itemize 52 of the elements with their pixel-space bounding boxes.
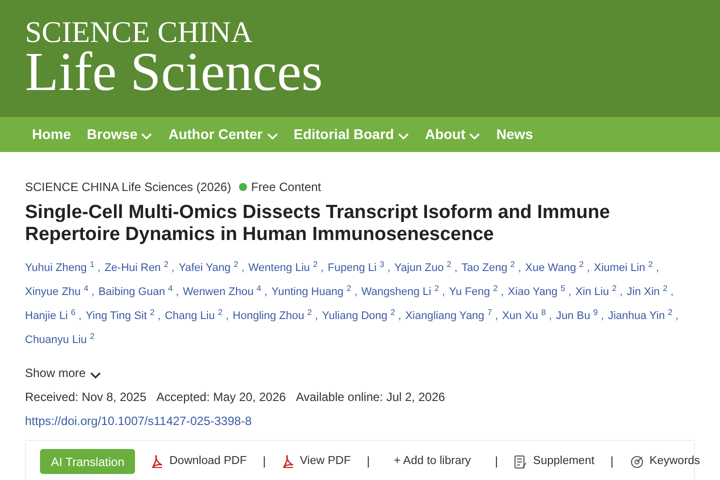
author-link[interactable]: Yunting Huang $^{2}$ , xyxy=(271,284,358,300)
author-link[interactable]: Ying Ting Sit $^{2}$ , xyxy=(86,308,161,324)
logo-text: SCIENCE CHINA xyxy=(25,18,254,48)
date-text: Accepted: May 20, 2026 xyxy=(156,389,286,406)
target-icon xyxy=(630,454,644,468)
article-title: Single-Cell Multi-Omics Dissects Transcript Isoform and Immune Repertoire Dynamics in Human Immunosenescence xyxy=(25,202,611,246)
author-link[interactable]: Hanjie Li $^{6}$ , xyxy=(25,308,82,324)
author-link[interactable]: Ze-Hui Ren $^{2}$ , xyxy=(104,260,175,276)
author-link[interactable]: Wangsheng Li $^{2}$ , xyxy=(361,284,446,300)
toolbar-link[interactable]: Keywords xyxy=(630,449,700,474)
doi-link[interactable]: https://doi.org/10.1007/s11427-025-3398-8 xyxy=(25,412,252,430)
author-link[interactable]: Xiao Yang $^{5}$ , xyxy=(508,284,572,300)
access-label: Free Content xyxy=(251,179,322,196)
separator-text: | xyxy=(262,453,266,470)
pdf-icon xyxy=(282,455,294,468)
toolbar-link[interactable]: View PDF xyxy=(282,449,351,474)
show-more-link[interactable]: Show more xyxy=(25,364,101,382)
document-icon xyxy=(514,454,528,468)
author-link[interactable]: Baibing Guan $^{4}$ , xyxy=(98,284,179,300)
author-link[interactable]: Xin Liu $^{2}$ , xyxy=(575,284,623,300)
author-link[interactable]: Yuliang Dong $^{2}$ , xyxy=(322,308,402,324)
author-link[interactable]: Yu Feng $^{2}$ , xyxy=(449,284,504,300)
author-link[interactable]: Wenwen Zhou $^{4}$ , xyxy=(182,284,268,300)
chevron-down-icon xyxy=(90,372,101,378)
author-link[interactable]: Jianhua Yin $^{2}$ , xyxy=(608,308,679,324)
author-link[interactable]: Chang Liu $^{2}$ , xyxy=(164,308,229,324)
author-link[interactable]: Xiangliang Yang $^{7}$ , xyxy=(405,308,498,324)
author-link[interactable]: Yuhui Zheng $^{1}$ , xyxy=(25,260,101,276)
author-link[interactable]: Fupeng Li $^{3}$ , xyxy=(328,260,390,276)
separator-text: | xyxy=(366,453,370,470)
author-link[interactable]: Xue Wang $^{2}$ , xyxy=(525,260,590,276)
toolbar-link[interactable]: Supplement xyxy=(514,449,594,474)
author-link[interactable]: Yafei Yang $^{2}$ , xyxy=(178,260,244,276)
author-link[interactable]: Chuanyu Liu $^{2}$ xyxy=(25,332,94,348)
separator-text: | xyxy=(494,453,498,470)
author-link[interactable]: Jun Bu $^{9}$ , xyxy=(556,308,604,324)
toolbar-link[interactable]: Download PDF xyxy=(151,449,247,474)
author-link[interactable]: Jin Xin $^{2}$ , xyxy=(626,284,674,300)
author-link[interactable]: Wenteng Liu $^{2}$ , xyxy=(248,260,324,276)
author-link[interactable]: Yajun Zuo $^{2}$ , xyxy=(394,260,458,276)
author-link[interactable]: Tao Zeng $^{2}$ , xyxy=(462,260,522,276)
pdf-icon xyxy=(151,455,164,468)
author-link[interactable]: Xiumei Lin $^{2}$ , xyxy=(594,260,660,276)
author-link[interactable]: Hongling Zhou $^{2}$ , xyxy=(232,308,318,324)
date-text: Available online: Jul 2, 2026 xyxy=(296,389,446,406)
separator-text: | xyxy=(610,453,614,470)
logo-text: Life Sciences xyxy=(25,46,324,98)
author-link[interactable]: Xinyue Zhu $^{4}$ , xyxy=(25,284,94,300)
author-link[interactable]: Xun Xu $^{8}$ , xyxy=(502,308,552,324)
date-text: Received: Nov 8, 2025 xyxy=(25,389,146,406)
journal-name: SCIENCE CHINA Life Sciences (2026) xyxy=(25,179,232,196)
toolbar-link[interactable]: + Add to library xyxy=(386,449,479,474)
